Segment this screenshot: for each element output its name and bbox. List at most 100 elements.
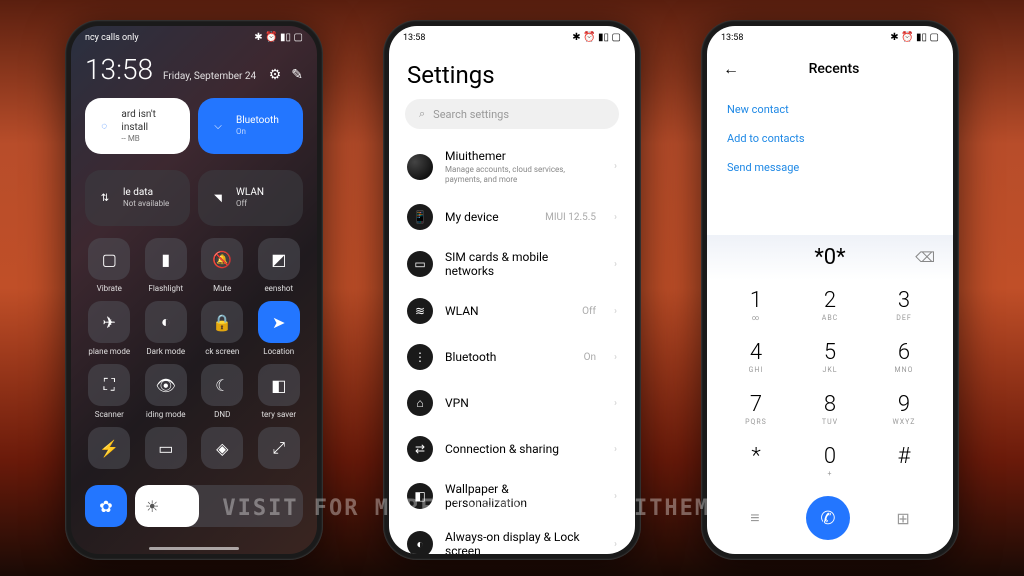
settings-row-connection-sharing[interactable]: ⇄Connection & sharing› — [389, 426, 635, 472]
toggle-label: Location — [263, 347, 294, 356]
row-label: SIM cards & mobile networks — [445, 250, 584, 278]
key-2[interactable]: 2ABC — [793, 280, 867, 332]
chevron-right-icon: › — [614, 212, 617, 223]
row-value: MIUI 12.5.5 — [545, 212, 596, 223]
toggle-tile-13[interactable]: ▭ — [145, 427, 187, 469]
carrier-text: ncy calls only — [85, 33, 139, 43]
row-icon: ⇄ — [407, 436, 433, 462]
wifi-icon: ◥ — [208, 188, 228, 208]
toggle-DND[interactable]: ☾ — [201, 364, 243, 406]
wlan-tile[interactable]: ◥ WLANOff — [198, 170, 303, 226]
search-input[interactable]: ⌕ Search settings — [405, 99, 619, 129]
toggle-label: plane mode — [88, 347, 130, 356]
key-*[interactable]: * — [719, 436, 793, 488]
home-indicator[interactable] — [149, 547, 239, 550]
bluetooth-icon: ⌵ — [208, 116, 228, 136]
back-icon[interactable]: ← — [723, 59, 739, 79]
toggle-iding-mode[interactable]: 👁 — [145, 364, 187, 406]
row-icon: ▭ — [407, 251, 433, 277]
keypad-icon[interactable]: ⊞ — [896, 509, 909, 528]
chevron-right-icon: › — [614, 539, 617, 550]
toggle-Scanner[interactable]: ⛶ — [88, 364, 130, 406]
toggle-label: Dark mode — [146, 347, 185, 356]
edit-icon[interactable]: ✎ — [291, 67, 303, 83]
row-label: Wallpaper & personalization — [445, 482, 584, 510]
key-4[interactable]: 4GHI — [719, 332, 793, 384]
toggle-tile-15[interactable]: ⤢ — [258, 427, 300, 469]
toggle-Location[interactable]: ➤ — [258, 301, 300, 343]
account-row[interactable]: Miuithemer Manage accounts, cloud servic… — [389, 139, 635, 194]
status-icons: ✱ ⏰ ▮▯ ▢ — [890, 32, 939, 43]
toggle-eenshot[interactable]: ◩ — [258, 238, 300, 280]
settings-row-always-on-display-lock-screen[interactable]: ◐Always-on display & Lock screen› — [389, 520, 635, 554]
chevron-right-icon: › — [614, 259, 617, 270]
row-icon: ⌂ — [407, 390, 433, 416]
toggle-Vibrate[interactable]: ▢ — [88, 238, 130, 280]
toggle-label: Flashlight — [148, 284, 183, 293]
key-0[interactable]: 0+ — [793, 436, 867, 488]
brightness-slider[interactable]: ☀ — [135, 485, 303, 527]
toggle-tile-12[interactable]: ⚡ — [88, 427, 130, 469]
toggle-Flashlight[interactable]: ▮ — [145, 238, 187, 280]
status-time: 13:58 — [403, 33, 425, 43]
status-bar: ncy calls only ✱ ⏰ ▮▯ ▢ — [71, 26, 317, 49]
row-value: On — [584, 352, 596, 363]
page-title: Recents — [751, 61, 917, 77]
toggle-tile-14[interactable]: ◈ — [201, 427, 243, 469]
account-name: Miuithemer — [445, 149, 596, 163]
chevron-right-icon: › — [614, 398, 617, 409]
key-5[interactable]: 5JKL — [793, 332, 867, 384]
row-icon: ≋ — [407, 298, 433, 324]
row-label: WLAN — [445, 304, 570, 318]
key-1[interactable]: 1∞ — [719, 280, 793, 332]
sim-card-tile[interactable]: ◌ ard isn't install-- MB — [85, 98, 190, 154]
call-button[interactable]: ✆ — [806, 496, 850, 540]
settings-row-wallpaper-personalization[interactable]: ◧Wallpaper & personalization› — [389, 472, 635, 520]
toggle-tery-saver[interactable]: ◧ — [258, 364, 300, 406]
settings-row-wlan[interactable]: ≋WLANOff› — [389, 288, 635, 334]
settings-row-vpn[interactable]: ⌂VPN› — [389, 380, 635, 426]
key-3[interactable]: 3DEF — [867, 280, 941, 332]
bluetooth-tile[interactable]: ⌵ BluetoothOn — [198, 98, 303, 154]
row-icon: ◧ — [407, 483, 433, 509]
key-8[interactable]: 8TUV — [793, 384, 867, 436]
settings-row-sim-cards-mobile-networks[interactable]: ▭ SIM cards & mobile networks › — [389, 240, 635, 288]
key-7[interactable]: 7PQRS — [719, 384, 793, 436]
theme-button[interactable]: ✿ — [85, 485, 127, 527]
toggle-label: Mute — [213, 284, 231, 293]
status-icons: ✱ ⏰ ▮▯ ▢ — [254, 32, 303, 43]
row-value: Off — [582, 306, 596, 317]
row-icon: 📱 — [407, 204, 433, 230]
toggle-label: tery saver — [261, 410, 296, 419]
clock-row: 13:58 Friday, September 24 ⚙ ✎ — [85, 53, 303, 86]
account-sub: Manage accounts, cloud services, payment… — [445, 165, 596, 184]
toggle-Mute[interactable]: 🔕 — [201, 238, 243, 280]
toggle-label: Vibrate — [97, 284, 122, 293]
settings-row-my-device[interactable]: 📱 My device MIUI 12.5.5 › — [389, 194, 635, 240]
link-new-contact[interactable]: New contact — [727, 95, 933, 124]
key-9[interactable]: 9WXYZ — [867, 384, 941, 436]
search-icon: ⌕ — [419, 107, 425, 121]
toggle-ck-screen[interactable]: 🔒 — [201, 301, 243, 343]
row-label: My device — [445, 210, 533, 224]
toggle-Dark-mode[interactable]: ◐ — [145, 301, 187, 343]
key-#[interactable]: # — [867, 436, 941, 488]
link-send-message[interactable]: Send message — [727, 153, 933, 182]
status-bar: 13:58 ✱ ⏰ ▮▯ ▢ — [389, 26, 635, 49]
mobile-data-tile[interactable]: ⇅ le dataNot available — [85, 170, 190, 226]
status-time: 13:58 — [721, 33, 743, 43]
status-bar: 13:58 ✱ ⏰ ▮▯ ▢ — [707, 26, 953, 49]
toggle-label: DND — [214, 410, 230, 419]
toggle-plane-mode[interactable]: ✈ — [88, 301, 130, 343]
phone-icon: ✆ — [820, 508, 835, 529]
settings-gear-icon[interactable]: ⚙ — [269, 67, 282, 83]
toggle-label: ck screen — [205, 347, 239, 356]
brightness-icon: ☀ — [145, 497, 159, 516]
page-title: Settings — [389, 49, 635, 99]
menu-icon[interactable]: ≡ — [750, 508, 759, 528]
chevron-right-icon: › — [614, 161, 617, 172]
settings-row-bluetooth[interactable]: ⋮BluetoothOn› — [389, 334, 635, 380]
key-6[interactable]: 6MNO — [867, 332, 941, 384]
backspace-icon[interactable]: ⌫ — [915, 250, 935, 266]
link-add-to-contacts[interactable]: Add to contacts — [727, 124, 933, 153]
